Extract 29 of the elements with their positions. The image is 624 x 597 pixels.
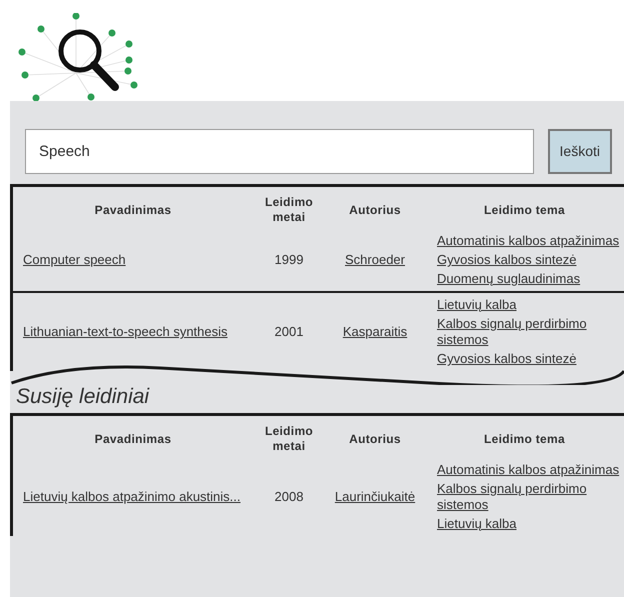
topic-link[interactable]: Automatinis kalbos atpažinimas [437, 233, 622, 249]
column-header: Autorius [348, 432, 402, 446]
topic-link[interactable]: Gyvosios kalbos sintezė [437, 351, 622, 367]
column-header: Pavadinimas [94, 432, 172, 446]
column-header: Leidimo tema [483, 432, 566, 446]
author-link[interactable]: Laurinčiukaitė [334, 487, 416, 507]
column-header: Leidimo tema [483, 202, 566, 218]
section-heading: Susiję leidiniai [15, 385, 150, 410]
search-field[interactable]: Speech [25, 129, 534, 174]
title-link[interactable]: Lithuanian-text-to-speech synthesis [13, 322, 253, 342]
year-cell-text: 1999 [274, 251, 304, 270]
column-header: Autorius [348, 202, 402, 218]
topic-link[interactable]: Lietuvių kalba [437, 297, 622, 313]
topic-link[interactable]: Gyvosios kalbos sintezė [437, 252, 622, 268]
year-cell-text: 2008 [274, 488, 304, 506]
column-header: Pavadinimas [94, 202, 172, 218]
topic-link[interactable]: Kalbos signalų perdirbimo sistemos [437, 481, 622, 513]
topic-link[interactable]: Lietuvių kalba [437, 516, 622, 532]
title-link[interactable]: Computer speech [13, 250, 253, 270]
search-button[interactable]: Ieškoti [548, 129, 612, 174]
column-header: Leidimo metai [264, 195, 314, 225]
author-link[interactable]: Kasparaitis [342, 322, 408, 342]
column-header: Leidimo metai [264, 424, 314, 454]
author-link[interactable]: Schroeder [345, 250, 405, 270]
year-cell-text: 2001 [274, 323, 304, 342]
title-link[interactable]: Lietuvių kalbos atpažinimo akustinis... [13, 487, 253, 507]
topic-link[interactable]: Automatinis kalbos atpažinimas [437, 462, 622, 478]
topic-link[interactable]: Kalbos signalų perdirbimo sistemos [437, 316, 622, 348]
topic-link[interactable]: Duomenų suglaudinimas [437, 271, 622, 287]
